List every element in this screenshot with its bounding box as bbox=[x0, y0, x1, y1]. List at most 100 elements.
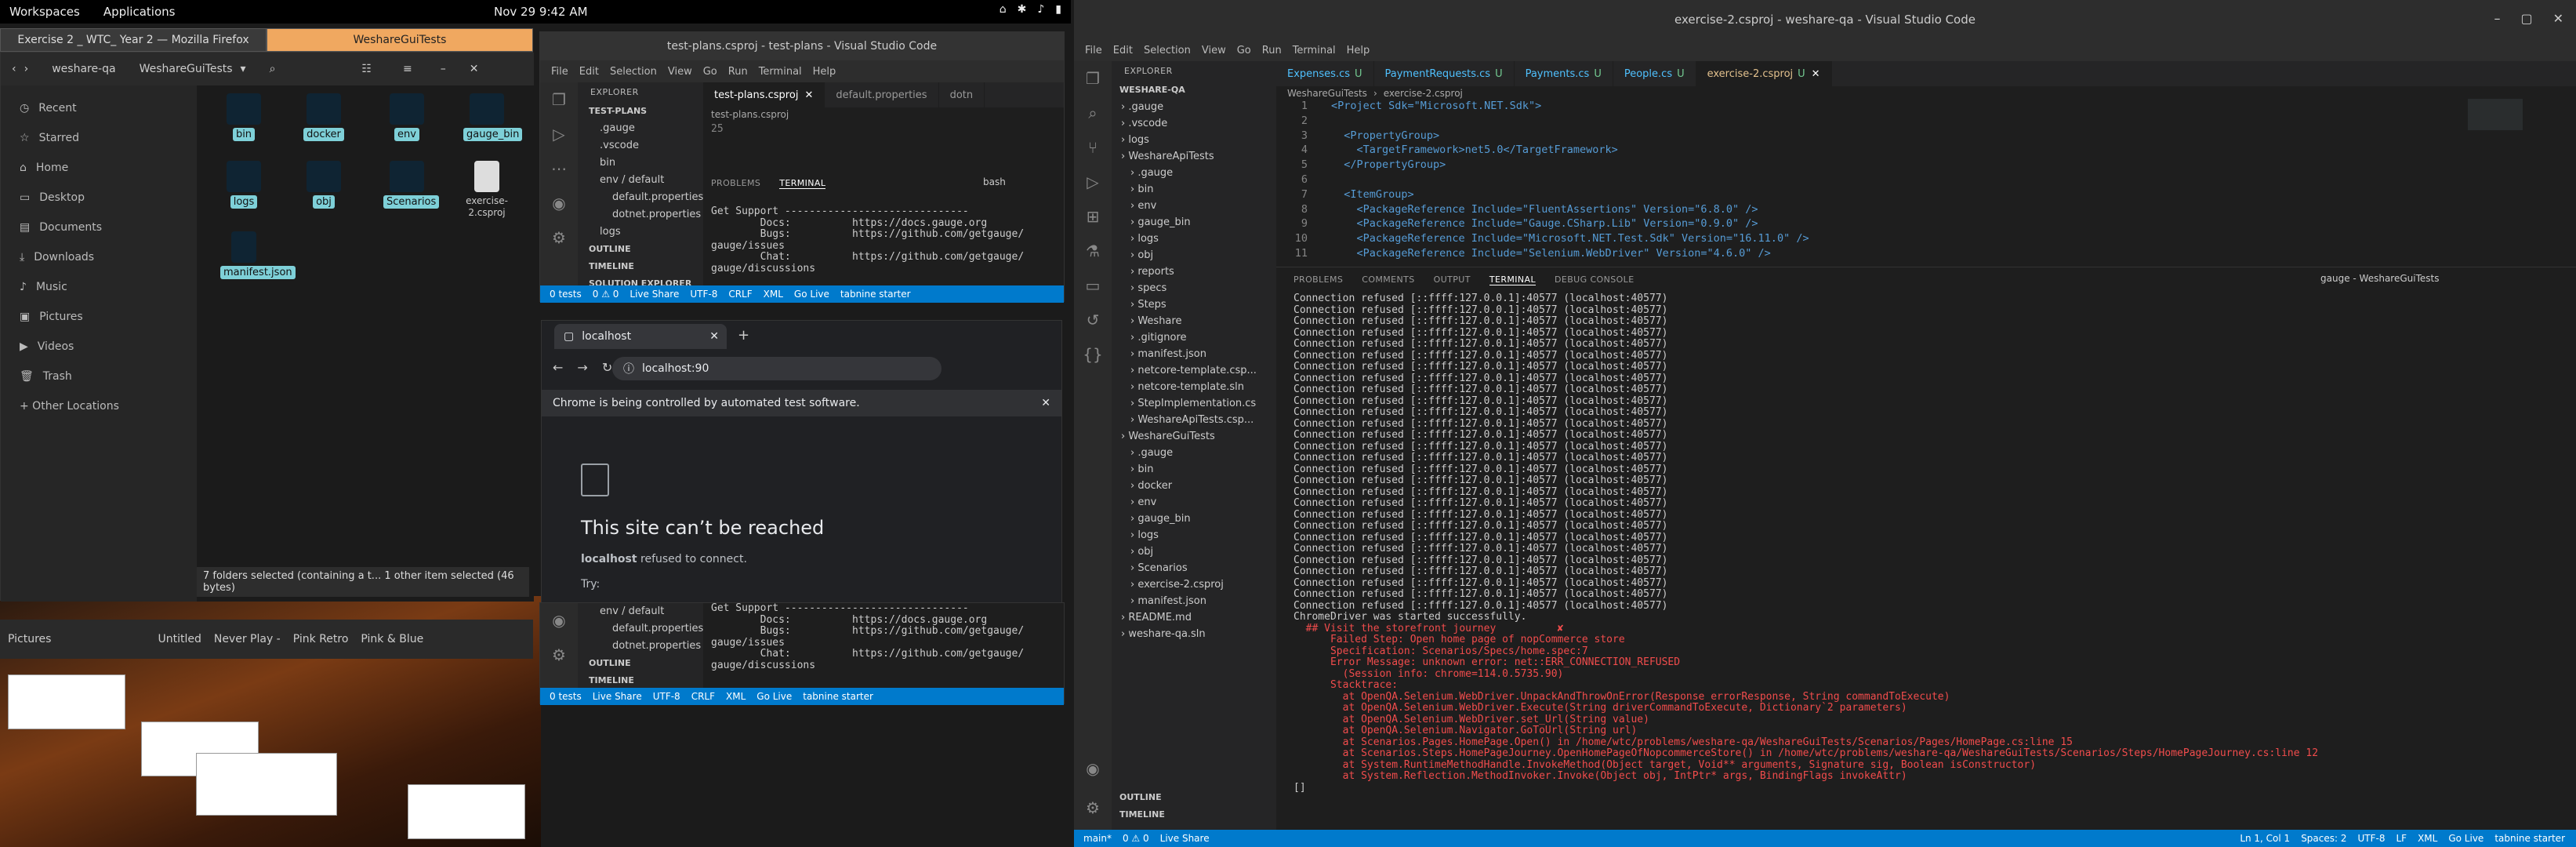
network-icon[interactable]: ⌂ bbox=[1000, 3, 1007, 16]
search-icon[interactable]: ⌕ bbox=[270, 63, 276, 75]
folder-item[interactable]: gauge_bin bbox=[463, 93, 523, 141]
tree-item[interactable]: › WeshareGuiTests bbox=[1112, 428, 1276, 445]
search-icon[interactable]: ⌕ bbox=[1074, 96, 1112, 130]
run-debug-icon[interactable]: ▷ bbox=[1074, 165, 1112, 199]
tree-item[interactable]: › logs bbox=[1112, 527, 1276, 543]
address-bar[interactable]: ⓘ localhost:90 bbox=[612, 357, 942, 380]
status-problems[interactable]: 0 ⚠ 0 bbox=[593, 289, 619, 300]
tree-item[interactable]: › reports bbox=[1112, 264, 1276, 280]
workspaces-button[interactable]: Workspaces bbox=[9, 5, 80, 19]
status-language[interactable]: XML bbox=[764, 289, 783, 300]
terminal-instance-label[interactable]: gauge - WeshareGuiTests bbox=[2320, 273, 2439, 284]
source-control-icon[interactable]: ⑂ bbox=[1074, 130, 1112, 165]
tree-item[interactable]: › Steps bbox=[1112, 296, 1276, 313]
outline-section[interactable]: OUTLINE bbox=[1112, 789, 1162, 806]
tab-comments[interactable]: COMMENTS bbox=[1362, 274, 1414, 285]
minimize-icon[interactable]: – bbox=[2494, 11, 2500, 26]
browser-tab[interactable]: ▢ localhost ✕ bbox=[554, 324, 727, 349]
new-tab-button[interactable]: + bbox=[738, 327, 749, 344]
menu-help[interactable]: Help bbox=[1347, 45, 1370, 56]
back-icon[interactable]: ‹ bbox=[12, 63, 16, 75]
files-icon[interactable]: ❐ bbox=[540, 82, 578, 117]
tree-item[interactable]: › netcore-template.csp... bbox=[1112, 362, 1276, 379]
menu-view[interactable]: View bbox=[668, 66, 692, 78]
sidebar-item-pictures[interactable]: ▣ Pictures bbox=[1, 302, 197, 332]
menu-edit[interactable]: Edit bbox=[579, 66, 599, 78]
tree-item[interactable]: › .gauge bbox=[1112, 165, 1276, 181]
status-eol[interactable]: CRLF bbox=[691, 691, 715, 702]
status-go-live[interactable]: Go Live bbox=[2448, 833, 2483, 844]
folder-item[interactable]: bin bbox=[220, 93, 267, 141]
status-encoding[interactable]: UTF-8 bbox=[2358, 833, 2386, 844]
folder-item[interactable]: logs bbox=[220, 161, 267, 209]
tree-item[interactable]: › docker bbox=[1112, 478, 1276, 494]
terminal-output[interactable]: Connection refused [::ffff:127.0.0.1]:40… bbox=[1293, 293, 2563, 820]
clock[interactable]: Nov 29 9:42 AM bbox=[494, 5, 588, 19]
tree-item[interactable]: › .gauge bbox=[1112, 99, 1276, 115]
tree-item[interactable]: › netcore-template.sln bbox=[1112, 379, 1276, 395]
extensions-icon[interactable]: ⊞ bbox=[1074, 199, 1112, 234]
tree-item[interactable]: › README.md bbox=[1112, 609, 1276, 626]
more-icon[interactable]: ⋯ bbox=[540, 151, 578, 186]
close-icon[interactable]: ✕ bbox=[470, 63, 479, 75]
tree-item[interactable]: › .gauge bbox=[1112, 445, 1276, 461]
timeline-section[interactable]: TIMELINE bbox=[578, 672, 703, 689]
tab-exercise-2-csproj[interactable]: exercise-2.csproj U ✕ bbox=[1696, 61, 1832, 86]
tree-item[interactable]: › gauge_bin bbox=[1112, 214, 1276, 231]
status-encoding[interactable]: UTF-8 bbox=[690, 289, 717, 300]
sidebar-item-downloads[interactable]: ⤓ Downloads bbox=[1, 242, 197, 272]
tab-problems[interactable]: PROBLEMS bbox=[711, 178, 760, 189]
breadcrumb-item[interactable]: WeshareGuiTests bbox=[1287, 88, 1367, 99]
status-tests[interactable]: 0 tests bbox=[550, 289, 582, 300]
sidebar-item-music[interactable]: ♪ Music bbox=[1, 272, 197, 302]
code-editor[interactable]: <Project Sdk="Microsoft.NET.Sdk"> <Prope… bbox=[1331, 99, 2413, 264]
tree-item[interactable]: env / default bbox=[578, 603, 703, 620]
dock-item[interactable]: Pink Retro bbox=[293, 633, 349, 645]
menu-help[interactable]: Help bbox=[813, 66, 836, 78]
tree-item[interactable]: dotnet.properties bbox=[578, 206, 703, 224]
tree-item[interactable]: bin bbox=[578, 154, 703, 172]
folder-item[interactable]: env bbox=[383, 93, 430, 141]
sidebar-item-other-locations[interactable]: + Other Locations bbox=[1, 391, 197, 421]
view-toggle-icon[interactable]: ☷ bbox=[361, 63, 372, 75]
minimap[interactable] bbox=[2468, 99, 2523, 130]
outline-section[interactable]: OUTLINE bbox=[578, 655, 703, 672]
tree-item[interactable]: › .vscode bbox=[1112, 115, 1276, 132]
forward-icon[interactable]: → bbox=[577, 360, 587, 375]
tree-item[interactable]: › env bbox=[1112, 494, 1276, 511]
status-tabnine[interactable]: tabnine starter bbox=[803, 691, 873, 702]
status-language[interactable]: XML bbox=[726, 691, 746, 702]
forward-icon[interactable]: › bbox=[24, 63, 29, 75]
tree-item[interactable]: › manifest.json bbox=[1112, 593, 1276, 609]
tab-problems[interactable]: PROBLEMS bbox=[1293, 274, 1343, 285]
chevron-down-icon[interactable]: ▾ bbox=[241, 63, 246, 75]
status-cursor[interactable]: Ln 1, Col 1 bbox=[2240, 833, 2290, 844]
tree-item[interactable]: › bin bbox=[1112, 461, 1276, 478]
sidebar-item-trash[interactable]: 🗑 Trash bbox=[1, 362, 197, 391]
status-branch[interactable]: main* bbox=[1083, 833, 1112, 844]
status-tests[interactable]: 0 tests bbox=[550, 691, 582, 702]
tree-item[interactable]: › logs bbox=[1112, 132, 1276, 148]
minimize-icon[interactable]: – bbox=[441, 63, 446, 75]
tab-terminal[interactable]: TERMINAL bbox=[1489, 274, 1537, 285]
tree-item[interactable]: default.properties bbox=[578, 620, 703, 638]
live-share-icon[interactable]: ↺ bbox=[1074, 303, 1112, 337]
folder-item[interactable]: docker bbox=[300, 93, 347, 141]
tree-item[interactable]: env / default bbox=[578, 172, 703, 189]
path-segment[interactable]: WeshareGuiTests bbox=[140, 63, 233, 75]
tab-expenses[interactable]: Expenses.cs U bbox=[1276, 61, 1374, 86]
status-tabnine[interactable]: tabnine starter bbox=[2494, 833, 2565, 844]
tree-item[interactable]: › gauge_bin bbox=[1112, 511, 1276, 527]
status-live-share[interactable]: Live Share bbox=[593, 691, 642, 702]
remote-explorer-icon[interactable]: ▭ bbox=[1074, 268, 1112, 303]
testing-icon[interactable]: ⚗ bbox=[1074, 234, 1112, 268]
account-icon[interactable]: ◉ bbox=[540, 603, 578, 638]
timeline-section[interactable]: TIMELINE bbox=[1112, 806, 1165, 823]
tree-item[interactable]: › weshare-qa.sln bbox=[1112, 626, 1276, 642]
close-icon[interactable]: ✕ bbox=[1812, 68, 1820, 80]
folder-item[interactable]: Scenarios bbox=[383, 161, 440, 209]
menu-icon[interactable]: ≡ bbox=[403, 63, 412, 75]
run-debug-icon[interactable]: ▷ bbox=[540, 117, 578, 151]
tree-item[interactable]: › Weshare bbox=[1112, 313, 1276, 329]
tree-item[interactable]: logs bbox=[578, 224, 703, 241]
